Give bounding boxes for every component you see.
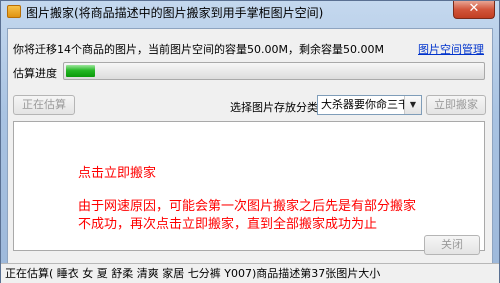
close-window-button[interactable]: ✕ [453,1,495,19]
category-selected-value: 大杀器要你命三千 [321,98,409,111]
message-area: 点击立即搬家 由于网速原因，可能会第一次图片搬家之后先是有部分搬家 不成功，再次… [13,121,485,251]
estimating-button[interactable]: 正在估算 [13,95,75,115]
move-now-button[interactable]: 立即搬家 [426,95,486,115]
message-line-2: 由于网速原因，可能会第一次图片搬家之后先是有部分搬家 [78,199,417,214]
info-text: 你将迁移14个商品的图片，当前图片空间的容量50.00M，剩余容量50.00M [13,43,384,56]
title-bar[interactable]: 图片搬家(将商品描述中的图片搬家到用手掌柜图片空间) ✕ [1,1,499,23]
close-button[interactable]: 关闭 [424,235,480,255]
window-title: 图片搬家(将商品描述中的图片搬家到用手掌柜图片空间) [26,6,324,20]
message-line-1: 点击立即搬家 [78,166,157,181]
category-select[interactable]: 大杀器要你命三千 ▼ [317,95,422,115]
progress-fill [66,65,95,77]
category-label: 选择图片存放分类 [230,101,318,114]
close-icon: ✕ [468,1,480,16]
progress-label: 估算进度 [13,67,57,80]
dialog-body: 你将迁移14个商品的图片，当前图片空间的容量50.00M，剩余容量50.00M … [7,28,493,278]
message-line-3: 不成功，再次点击立即搬家，直到全部搬家成功为止 [78,217,378,232]
app-icon [7,5,21,18]
image-space-management-link[interactable]: 图片空间管理 [418,41,484,57]
status-bar: 正在估算( 睡衣 女 夏 舒柔 清爽 家居 七分裤 Y007)商品描述第37张图… [1,263,499,283]
chevron-down-icon[interactable]: ▼ [404,96,421,114]
status-text: 正在估算( 睡衣 女 夏 舒柔 清爽 家居 七分裤 Y007)商品描述第37张图… [5,267,381,280]
dialog-window: 图片搬家(将商品描述中的图片搬家到用手掌柜图片空间) ✕ 你将迁移14个商品的图… [0,0,500,283]
estimate-progress-bar [63,62,485,80]
